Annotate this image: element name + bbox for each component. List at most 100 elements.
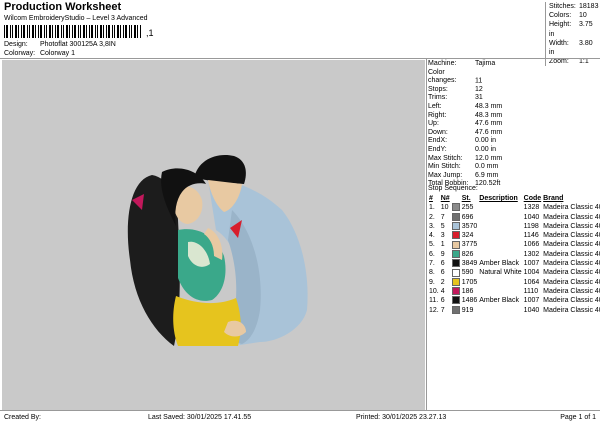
color-swatch bbox=[451, 222, 461, 231]
table-row: 2. 7 696 1040 Madeira Classic 40 bbox=[428, 212, 600, 222]
colorway-label: Colorway: bbox=[4, 50, 36, 57]
thread-brand: Madeira Classic 40 bbox=[543, 222, 600, 230]
thread-brand: Madeira Classic 40 bbox=[543, 250, 600, 258]
stitch-count: 186 bbox=[461, 287, 474, 295]
stitch-count: 590 bbox=[461, 269, 474, 277]
table-row: 3. 5 3570 1198 Madeira Classic 40 bbox=[428, 222, 600, 231]
thread-brand: Madeira Classic 40 bbox=[543, 278, 600, 286]
barcode-bar bbox=[10, 25, 11, 38]
color-swatch bbox=[451, 231, 461, 240]
stitch-count: 324 bbox=[461, 232, 474, 240]
thread-brand: Madeira Classic 40 bbox=[543, 213, 600, 221]
info-row: Left: 48.3 mm bbox=[428, 102, 503, 110]
column-header: N# bbox=[440, 195, 450, 202]
info-row: Down: 47.6 mm bbox=[428, 128, 503, 136]
thread-description bbox=[478, 278, 522, 287]
barcode-bar bbox=[112, 25, 113, 38]
color-swatch bbox=[451, 287, 461, 296]
stitch-count: 3775 bbox=[461, 241, 478, 249]
info-row: Min Stitch: 0.0 mm bbox=[428, 163, 499, 171]
barcode-bar bbox=[131, 25, 132, 38]
thread-brand: Madeira Classic 40 bbox=[543, 260, 600, 268]
swatch-box bbox=[451, 259, 460, 268]
column-header: Brand bbox=[543, 195, 564, 202]
needle-number: 6 bbox=[440, 269, 445, 277]
stitch-count: 3570 bbox=[461, 222, 478, 230]
swatch-box bbox=[451, 277, 460, 286]
color-swatch bbox=[451, 259, 461, 268]
thread-code: 1007 bbox=[523, 297, 540, 305]
design-preview-canvas[interactable] bbox=[2, 60, 425, 410]
thread-code: 1110 bbox=[523, 287, 539, 295]
stitch-count: 696 bbox=[461, 213, 474, 221]
barcode-bar bbox=[74, 25, 76, 38]
barcode-bar bbox=[114, 25, 115, 38]
info-row: Stops: 12 bbox=[428, 85, 483, 93]
barcode-bar bbox=[134, 25, 136, 38]
info-row: EndY: 0.00 in bbox=[428, 145, 497, 153]
table-row: 5. 1 3775 1066 Madeira Classic 40 bbox=[428, 240, 600, 249]
swatch-box bbox=[451, 268, 460, 277]
stitch-count: 3849 bbox=[461, 260, 478, 268]
stat-row: Colors: 10 bbox=[549, 12, 587, 20]
design-value: Photoflat 300125A 3,8IN bbox=[39, 41, 116, 48]
thread-description bbox=[478, 287, 522, 296]
color-swatch bbox=[451, 240, 461, 249]
thread-code: 1198 bbox=[523, 222, 539, 230]
barcode-bar bbox=[18, 25, 19, 38]
info-row: Max Stitch: 12.0 mm bbox=[428, 154, 503, 162]
stitch-count: 826 bbox=[461, 250, 474, 258]
row-index: 8. bbox=[429, 269, 435, 277]
info-row: Machine: Tajima bbox=[428, 60, 496, 67]
barcode-bar bbox=[29, 25, 30, 38]
needle-number: 3 bbox=[440, 232, 445, 240]
thread-code: 1146 bbox=[523, 232, 539, 240]
stat-row: Stitches: 18183 bbox=[549, 3, 599, 10]
colorway-row: Colorway: Colorway 1 bbox=[4, 50, 75, 57]
needle-number: 10 bbox=[440, 204, 449, 212]
barcode-bar bbox=[83, 25, 85, 38]
table-row: 4. 3 324 1146 Madeira Classic 40 bbox=[428, 231, 600, 240]
thread-code: 1066 bbox=[523, 241, 540, 249]
barcode-bar bbox=[125, 25, 127, 38]
barcode-bar bbox=[32, 25, 34, 38]
barcode-bar bbox=[123, 25, 124, 38]
info-row: Color changes: 11 bbox=[428, 68, 483, 85]
info-row: EndX: 0.00 in bbox=[428, 137, 497, 145]
column-header: Code bbox=[523, 195, 542, 202]
thread-brand: Madeira Classic 40 bbox=[543, 232, 600, 240]
thread-brand: Madeira Classic 40 bbox=[543, 241, 600, 249]
info-row: Right: 48.3 mm bbox=[428, 111, 503, 119]
barcode-bar bbox=[66, 25, 68, 38]
thread-brand: Madeira Classic 40 bbox=[543, 204, 600, 212]
barcode-bar bbox=[61, 25, 62, 38]
row-index: 9. bbox=[429, 278, 435, 286]
table-row: 10. 4 186 1110 Madeira Classic 40 bbox=[428, 287, 600, 296]
thread-brand: Madeira Classic 40 bbox=[543, 287, 600, 295]
barcode-bar bbox=[80, 25, 81, 38]
column-header: Description bbox=[479, 195, 518, 202]
column-header: St. bbox=[461, 195, 471, 202]
thread-code: 1007 bbox=[523, 260, 540, 268]
design-row: Design: Photoflat 300125A 3,8IN bbox=[4, 41, 116, 48]
thread-brand: Madeira Classic 40 bbox=[543, 306, 600, 314]
thread-description: Amber Black bbox=[479, 297, 519, 305]
embroidery-design-image bbox=[127, 154, 308, 346]
barcode-bar bbox=[49, 25, 51, 38]
swatch-box bbox=[451, 222, 460, 231]
needle-number: 4 bbox=[440, 287, 445, 295]
thread-description bbox=[478, 213, 522, 222]
row-index: 2. bbox=[429, 213, 435, 221]
row-index: 1. bbox=[429, 204, 435, 212]
barcode-bar bbox=[57, 25, 59, 38]
barcode-bar bbox=[140, 25, 141, 38]
needle-number: 5 bbox=[440, 222, 445, 230]
barcode-bar bbox=[72, 25, 73, 38]
barcode-bar bbox=[69, 25, 70, 38]
thread-description: Natural White bbox=[479, 269, 522, 277]
color-swatch bbox=[451, 277, 461, 287]
info-row: Max Jump: 6.9 mm bbox=[428, 171, 499, 179]
stitch-count: 919 bbox=[461, 306, 474, 314]
table-row: 1. 10 255 1328 Madeira Classic 40 bbox=[428, 203, 600, 212]
thread-code: 1302 bbox=[523, 250, 540, 258]
